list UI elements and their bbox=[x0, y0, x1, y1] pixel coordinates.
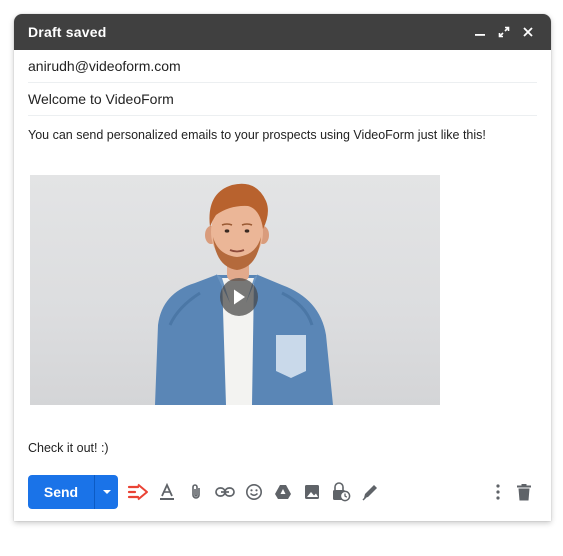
to-field[interactable]: anirudh@videoform.com bbox=[28, 50, 537, 83]
send-button[interactable]: Send bbox=[28, 475, 94, 509]
emoji-icon[interactable] bbox=[241, 479, 267, 505]
body-outro-text: Check it out! :) bbox=[28, 441, 109, 455]
compose-window: Draft saved anirudh@videoform.com Welcom… bbox=[14, 14, 551, 521]
compose-titlebar[interactable]: Draft saved bbox=[14, 14, 551, 50]
expand-icon[interactable] bbox=[493, 21, 515, 43]
link-icon[interactable] bbox=[212, 479, 238, 505]
attach-icon[interactable] bbox=[183, 479, 209, 505]
format-text-icon[interactable] bbox=[154, 479, 180, 505]
body-intro-text: You can send personalized emails to your… bbox=[28, 128, 486, 142]
video-thumbnail[interactable] bbox=[30, 175, 440, 405]
schedule-send-dropdown[interactable] bbox=[94, 475, 118, 509]
drive-icon[interactable] bbox=[270, 479, 296, 505]
recipient-email[interactable]: anirudh@videoform.com bbox=[28, 58, 181, 74]
photo-icon[interactable] bbox=[299, 479, 325, 505]
chevron-down-icon bbox=[102, 490, 111, 494]
minimize-icon[interactable] bbox=[469, 21, 491, 43]
subject-field[interactable]: Welcome to VideoForm bbox=[28, 83, 537, 116]
draft-status: Draft saved bbox=[28, 24, 107, 40]
videoform-icon[interactable] bbox=[125, 479, 151, 505]
confidential-icon[interactable] bbox=[328, 479, 354, 505]
play-icon[interactable] bbox=[220, 278, 258, 316]
delete-icon[interactable] bbox=[511, 479, 537, 505]
compose-toolbar: Send bbox=[28, 474, 537, 510]
signature-icon[interactable] bbox=[357, 479, 383, 505]
close-icon[interactable] bbox=[517, 21, 539, 43]
send-button-group: Send bbox=[28, 475, 118, 509]
more-options-icon[interactable] bbox=[485, 479, 511, 505]
subject-value[interactable]: Welcome to VideoForm bbox=[28, 91, 174, 107]
